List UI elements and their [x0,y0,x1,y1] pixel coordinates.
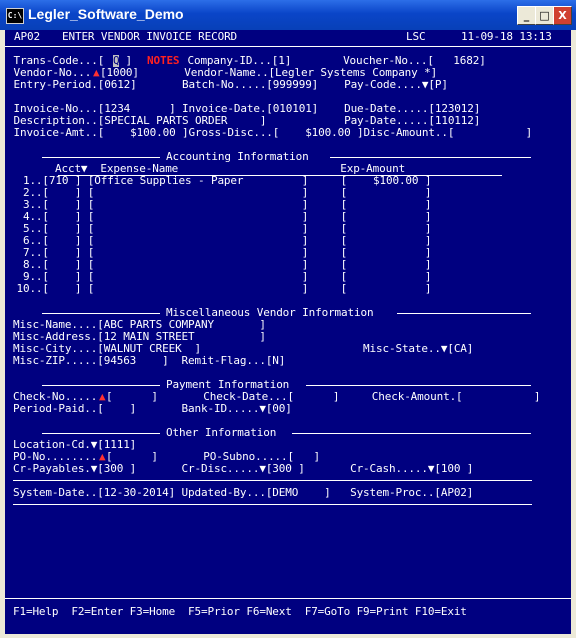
screen-title: ENTER VENDOR INVOICE RECORD [62,30,238,43]
misc-zip-line[interactable]: Misc-ZIP.....[94563 ] Remit-Flag...[N] [13,355,285,367]
invoice-amount-line[interactable]: Invoice-Amt..[ $100.00 ]Gross-Disc...[ $… [7,127,532,139]
accounting-rule-left [42,157,160,158]
window-title: Legler_Software_Demo [28,6,184,22]
misc-rule-left [42,313,160,314]
function-keys-bar[interactable]: F1=Help F2=Enter F3=Home F5=Prior F6=Nex… [13,606,467,618]
header-divider [5,46,571,47]
title-bar[interactable]: C:\ Legler_Software_Demo _ □ X [0,0,576,30]
accounting-rule-right [330,157,531,158]
system-info-line: System-Date..[12-30-2014] Updated-By...[… [13,486,474,499]
date-time: 11-09-18 13:13 [461,30,552,43]
period-paid-line[interactable]: Period-Paid..[ ] Bank-ID.....▼[00] [13,403,292,415]
misc-rule-right [397,313,531,314]
console-icon: C:\ [6,8,24,24]
maximize-button[interactable]: □ [535,6,554,25]
entry-period-line[interactable]: Entry-Period.[0612] Batch-No.....[999999… [7,79,447,91]
system-divider-top [13,480,532,481]
minimize-button[interactable]: _ [517,6,536,25]
terminal-screen[interactable]: AP02 ENTER VENDOR INVOICE RECORD LSC 11-… [5,30,571,634]
payment-rule-left [42,385,160,386]
program-code: AP02 [14,30,40,43]
close-button[interactable]: X [553,6,572,25]
other-section-title: Other Information [166,426,277,439]
credit-accounts-line[interactable]: Cr-Payables.▼[300 ] Cr-Disc.....▼[300 ] … [13,463,473,475]
footer-divider [5,598,571,599]
company-code: LSC [406,30,426,43]
other-rule-right [292,433,531,434]
accounting-row[interactable]: 10..[ ] [ ] [ ] [10,283,431,295]
system-divider-bottom [13,504,532,505]
other-rule-left [42,433,160,434]
terminal-window: C:\ Legler_Software_Demo _ □ X AP02 ENTE… [0,0,576,638]
payment-rule-right [306,385,531,386]
